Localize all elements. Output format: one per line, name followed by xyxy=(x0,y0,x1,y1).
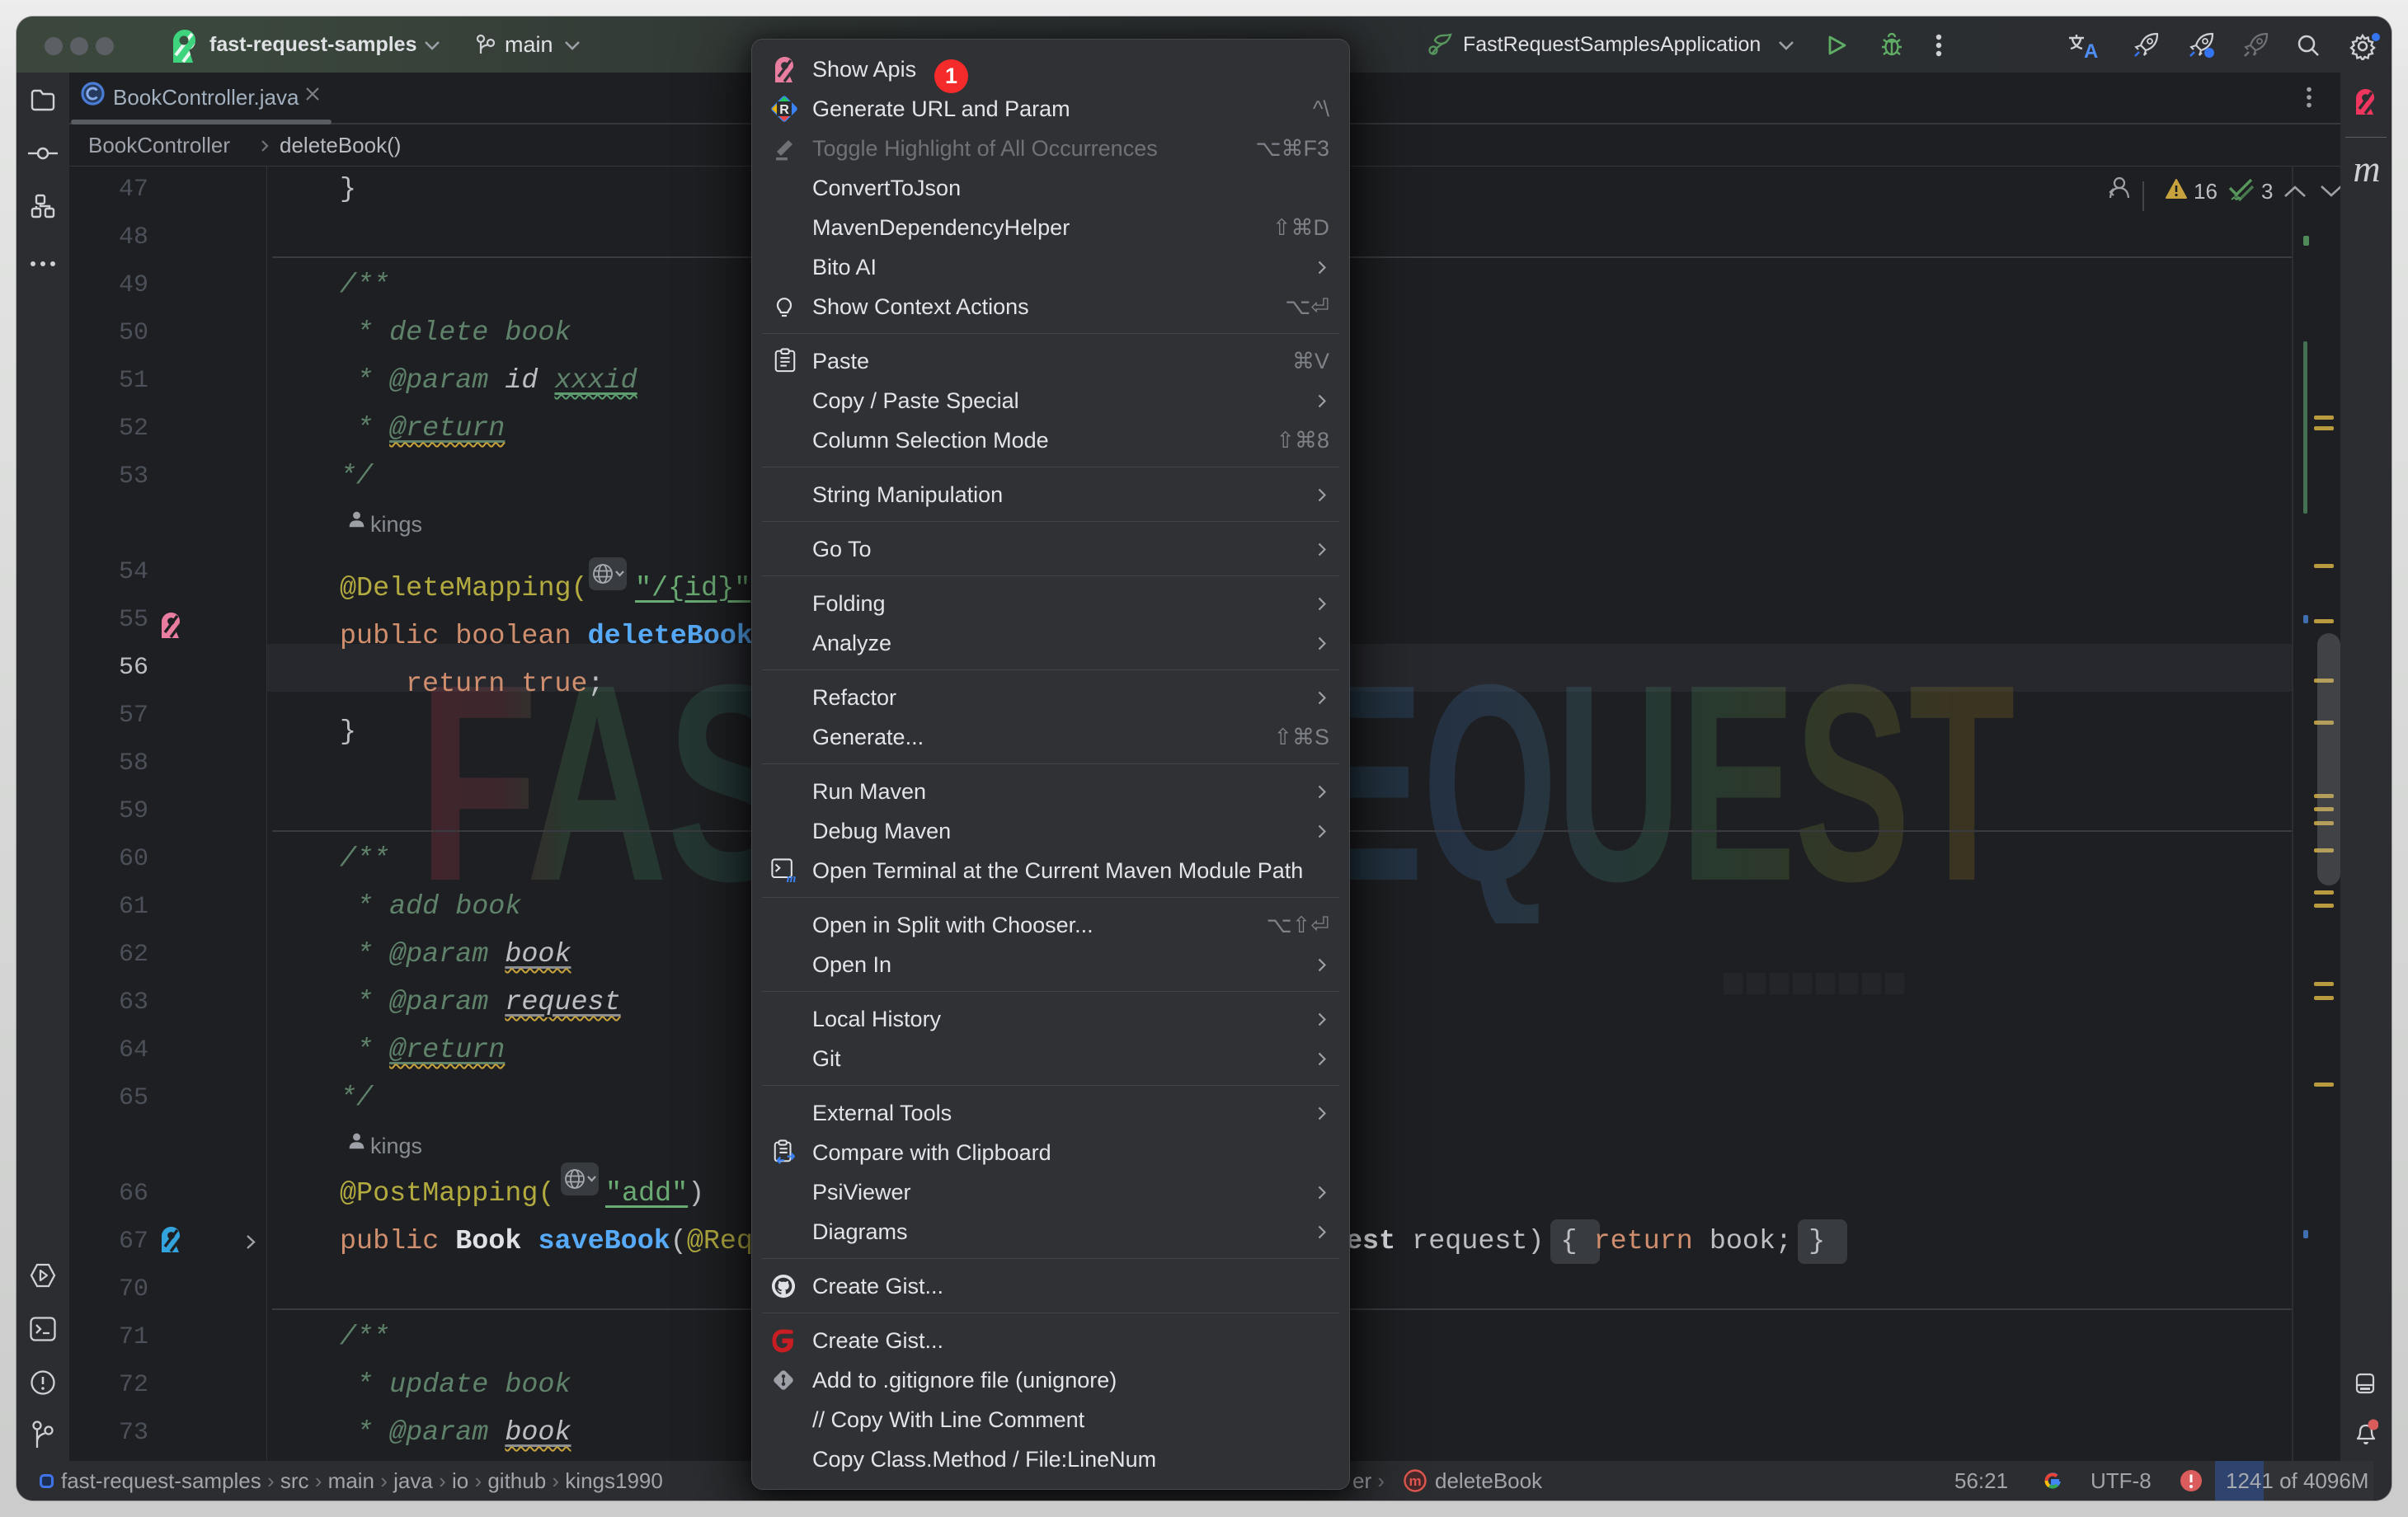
svg-text:m: m xyxy=(1409,1473,1421,1489)
svg-text:R: R xyxy=(779,103,789,117)
svg-text:A: A xyxy=(2084,40,2098,59)
svg-text:m: m xyxy=(787,872,796,883)
